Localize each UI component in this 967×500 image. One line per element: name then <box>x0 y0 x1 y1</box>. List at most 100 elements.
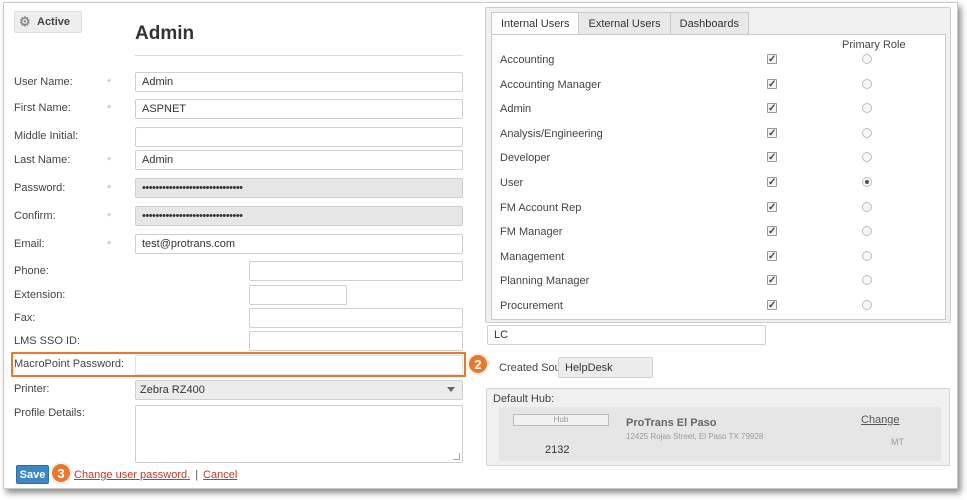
role-checkbox[interactable]: ✓ <box>767 300 777 311</box>
tab-internal-users[interactable]: Internal Users <box>491 12 580 35</box>
resize-grip-icon[interactable] <box>453 453 460 460</box>
admin-user-form: ⚙ Active Admin User Name: * Admin First … <box>3 2 958 489</box>
created-source-value: HelpDesk <box>558 357 653 378</box>
role-row: FM Manager ✓ <box>492 219 945 243</box>
phone-input[interactable] <box>249 261 463 281</box>
required-marker: * <box>107 103 112 115</box>
role-name: Analysis/Engineering <box>500 127 603 140</box>
primary-role-radio[interactable] <box>862 103 872 114</box>
change-hub-link[interactable]: Change <box>861 414 900 426</box>
first-name-input[interactable]: ASPNET <box>135 99 463 119</box>
role-name: Developer <box>500 152 551 165</box>
last-name-input[interactable]: Admin <box>135 150 463 170</box>
chevron-down-icon <box>447 387 455 392</box>
change-password-link[interactable]: Change user password. <box>74 469 190 481</box>
lms-sso-id-label: LMS SSO ID: <box>14 335 81 347</box>
email-input[interactable]: test@protrans.com <box>135 234 463 254</box>
role-row: Accounting ✓ <box>492 47 945 71</box>
link-separator: | <box>195 469 199 481</box>
hub-address: 12425 Rojas Street, El Paso TX 79928 <box>626 432 764 441</box>
role-name: FM Manager <box>500 226 563 239</box>
extension-input[interactable] <box>249 285 347 305</box>
save-button[interactable]: Save <box>16 465 49 484</box>
role-checkbox[interactable]: ✓ <box>767 275 777 286</box>
role-checkbox[interactable]: ✓ <box>767 177 777 188</box>
role-name: Accounting <box>500 54 555 66</box>
extension-label: Extension: <box>14 289 66 301</box>
primary-role-radio[interactable] <box>862 177 872 187</box>
role-checkbox[interactable]: ✓ <box>767 127 777 138</box>
lms-sso-id-input[interactable] <box>249 331 463 351</box>
role-checkbox[interactable]: ✓ <box>767 250 777 261</box>
role-checkbox[interactable]: ✓ <box>767 226 777 237</box>
hub-card: Hub 2132 ProTrans El Paso 12425 Rojas St… <box>499 407 941 461</box>
required-marker: * <box>107 183 112 195</box>
role-checkbox[interactable]: ✓ <box>767 152 777 163</box>
role-name: Management <box>500 250 565 263</box>
confirm-label: Confirm: <box>14 210 56 222</box>
roles-list: Primary Role Accounting ✓ Accounting Manag… <box>491 34 946 320</box>
tab-bar: Internal Users External Users Dashboards <box>491 12 749 35</box>
fax-label: Fax: <box>14 312 36 324</box>
primary-role-radio[interactable] <box>862 152 872 163</box>
profile-details-textarea[interactable] <box>135 405 463 463</box>
role-checkbox[interactable]: ✓ <box>767 103 777 114</box>
last-name-label: Last Name: <box>14 154 71 166</box>
page-title: Admin <box>135 23 195 44</box>
fax-input[interactable] <box>249 308 463 328</box>
gear-icon: ⚙ <box>19 14 31 29</box>
hub-state: MT <box>891 437 904 447</box>
role-row: FM Account Rep ✓ <box>492 195 945 219</box>
role-name: Admin <box>500 103 532 116</box>
user-name-label: User Name: <box>14 76 73 88</box>
primary-role-radio[interactable] <box>862 78 872 89</box>
status-label: Active <box>37 16 71 28</box>
primary-role-radio[interactable] <box>862 127 872 138</box>
macropoint-password-input[interactable] <box>135 355 463 375</box>
confirm-password-input[interactable]: •••••••••••••••••••••••••••••• <box>135 206 463 226</box>
tab-dashboards[interactable]: Dashboards <box>669 12 749 34</box>
primary-role-radio[interactable] <box>862 250 872 261</box>
printer-label: Printer: <box>14 383 50 395</box>
default-hub-title: Default Hub: <box>493 393 555 405</box>
required-marker: * <box>107 77 112 89</box>
role-name: Planning Manager <box>500 275 590 288</box>
status-badge[interactable]: ⚙ Active <box>14 11 82 33</box>
lc-input[interactable]: LC <box>487 325 766 345</box>
tab-external-users[interactable]: External Users <box>578 12 671 34</box>
hub-name: ProTrans El Paso <box>626 417 717 429</box>
form-links: Change user password. | Cancel <box>74 469 237 481</box>
role-row: User ✓ <box>492 170 945 194</box>
middle-initial-input[interactable] <box>135 127 463 147</box>
user-name-input[interactable]: Admin <box>135 72 463 92</box>
profile-details-label: Profile Details: <box>14 407 85 419</box>
role-row: Admin ✓ <box>492 96 945 120</box>
role-checkbox[interactable]: ✓ <box>767 78 777 89</box>
printer-select[interactable]: Zebra RZ400 <box>135 380 463 400</box>
password-input[interactable]: •••••••••••••••••••••••••••••• <box>135 178 463 198</box>
role-name: Accounting Manager <box>500 78 601 91</box>
phone-label: Phone: <box>14 265 49 277</box>
middle-initial-label: Middle Initial: <box>14 130 79 142</box>
primary-role-radio[interactable] <box>862 300 872 310</box>
cancel-link[interactable]: Cancel <box>203 469 237 481</box>
role-checkbox[interactable]: ✓ <box>767 54 777 65</box>
required-marker: * <box>107 155 112 167</box>
role-row: Procurement ✓ <box>492 293 945 317</box>
primary-role-radio[interactable] <box>862 275 872 286</box>
role-checkbox[interactable]: ✓ <box>767 201 777 212</box>
primary-role-radio[interactable] <box>862 201 872 212</box>
callout-badge-2: 2 <box>468 354 488 374</box>
role-row: Analysis/Engineering ✓ <box>492 121 945 145</box>
role-row: Accounting Manager ✓ <box>492 72 945 96</box>
role-name: User <box>500 177 524 189</box>
macropoint-password-label: MacroPoint Password: <box>14 358 125 370</box>
first-name-label: First Name: <box>14 102 71 114</box>
role-name: FM Account Rep <box>500 201 582 214</box>
primary-role-radio[interactable] <box>862 226 872 237</box>
role-row: Management ✓ <box>492 244 945 268</box>
title-divider <box>135 55 463 56</box>
primary-role-radio[interactable] <box>862 54 872 64</box>
email-label: Email: <box>14 238 45 250</box>
required-marker: * <box>107 211 112 223</box>
